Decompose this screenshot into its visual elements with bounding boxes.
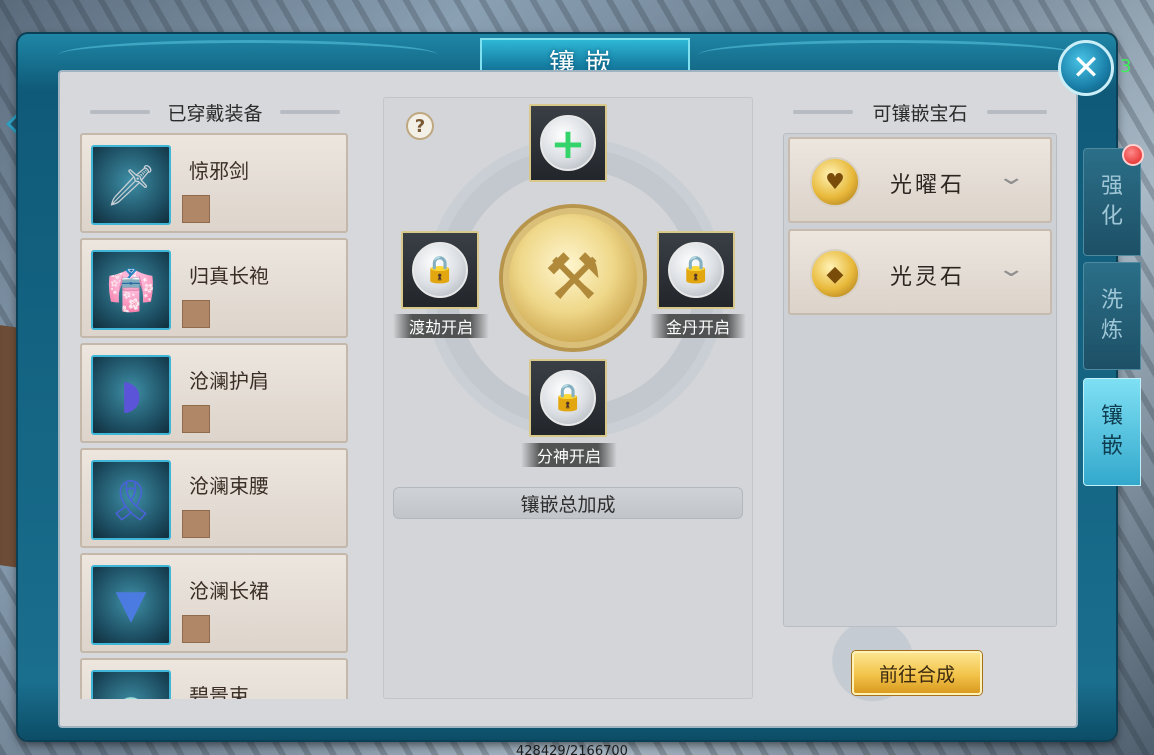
equip-item-robe[interactable]: 👘 归真长袍 — [80, 238, 348, 338]
gem-item-guangyao[interactable]: ♥ 光曜石 ⌄ — [788, 137, 1052, 223]
slot-right-label: 金丹开启 — [650, 314, 746, 338]
counter-text: 3 — [1120, 56, 1132, 77]
equip-name: 归真长袍 — [189, 264, 269, 288]
heart-gem-icon: ♥ — [810, 157, 860, 207]
equip-name: 沧澜束腰 — [189, 474, 269, 498]
tab-strengthen-top: 强 — [1100, 174, 1123, 199]
equip-name: 沧澜护肩 — [189, 369, 269, 393]
crystal-gem-icon: ◆ — [810, 249, 860, 299]
slot-bottom-label: 分神开启 — [521, 443, 617, 467]
robe-icon: 👘 — [91, 250, 171, 330]
headband-icon: ◠ — [91, 670, 171, 699]
total-bonus-button[interactable]: 镶嵌总加成 — [393, 487, 743, 519]
equip-item-headband[interactable]: ◠ 碧景束 — [80, 658, 348, 699]
tab-inlay-bottom: 嵌 — [1100, 434, 1123, 459]
go-synthesize-button[interactable]: 前往合成 — [852, 651, 982, 695]
equip-item-skirt[interactable]: ▼ 沧澜长裙 — [80, 553, 348, 653]
go-synthesize-label: 前往合成 — [878, 663, 955, 686]
equip-item-sword[interactable]: 🗡 惊邪剑 — [80, 133, 348, 233]
equip-item-belt[interactable]: 🎗 沧澜束腰 — [80, 448, 348, 548]
frame-swirl-right — [698, 40, 1078, 70]
gem-name: 光曜石 — [890, 173, 966, 198]
equip-name: 沧澜长裙 — [189, 579, 269, 603]
equip-name: 碧景束 — [189, 684, 249, 699]
gem-item-guangling[interactable]: ◆ 光灵石 ⌄ — [788, 229, 1052, 315]
add-icon: + — [540, 115, 596, 171]
lock-icon: 🔒 — [412, 242, 468, 298]
equip-name: 惊邪剑 — [189, 159, 249, 183]
inlay-slot-right[interactable]: 🔒 — [657, 231, 735, 309]
experience-readout: 428429/2166700 — [516, 744, 628, 755]
tab-refine-bottom: 炼 — [1100, 318, 1123, 343]
tab-inlay-top: 镶 — [1100, 404, 1123, 429]
chevron-down-icon: ⌄ — [996, 257, 1026, 282]
shoulder-icon: ◗ — [91, 355, 171, 435]
close-button[interactable]: ✕ — [1058, 40, 1114, 96]
close-icon: ✕ — [1071, 48, 1101, 88]
chevron-down-icon: ⌄ — [996, 165, 1026, 190]
help-icon[interactable]: ? — [406, 112, 434, 140]
gems-header-label: 可镶嵌宝石 — [872, 102, 968, 125]
equipped-header: 已穿戴装备 — [80, 96, 350, 128]
belt-icon: 🎗 — [91, 460, 171, 540]
total-bonus-label: 镶嵌总加成 — [520, 493, 616, 516]
notification-dot-icon — [1122, 144, 1144, 166]
equipment-emblem-icon: ⚒ — [503, 208, 643, 348]
lock-icon: 🔒 — [668, 242, 724, 298]
gem-slot-indicator — [182, 195, 210, 223]
sword-icon: 🗡 — [91, 145, 171, 225]
tab-inlay[interactable]: 镶 嵌 — [1083, 378, 1141, 486]
tab-refine[interactable]: 洗 炼 — [1083, 262, 1141, 370]
gem-name: 光灵石 — [890, 265, 966, 290]
gem-slot-indicator — [182, 510, 210, 538]
equipped-list[interactable]: 🗡 惊邪剑 👘 归真长袍 ◗ 沧澜护肩 🎗 沧澜束腰 ▼ 沧澜长裙 ◠ 碧景束 — [80, 133, 350, 699]
tab-refine-top: 洗 — [1100, 288, 1123, 313]
inlay-slot-top[interactable]: + — [529, 104, 607, 182]
inlay-slot-bottom[interactable]: 🔒 — [529, 359, 607, 437]
skirt-icon: ▼ — [91, 565, 171, 645]
gem-slot-indicator — [182, 300, 210, 328]
gem-slot-indicator — [182, 405, 210, 433]
inlay-slot-left[interactable]: 🔒 — [401, 231, 479, 309]
equipped-header-label: 已穿戴装备 — [167, 102, 263, 125]
gems-header: 可镶嵌宝石 — [783, 96, 1057, 128]
lock-icon: 🔒 — [540, 370, 596, 426]
gem-slot-indicator — [182, 615, 210, 643]
tab-strengthen-bottom: 化 — [1100, 204, 1123, 229]
equip-item-shoulder[interactable]: ◗ 沧澜护肩 — [80, 343, 348, 443]
slot-left-label: 渡劫开启 — [393, 314, 489, 338]
frame-swirl-left — [58, 40, 438, 70]
